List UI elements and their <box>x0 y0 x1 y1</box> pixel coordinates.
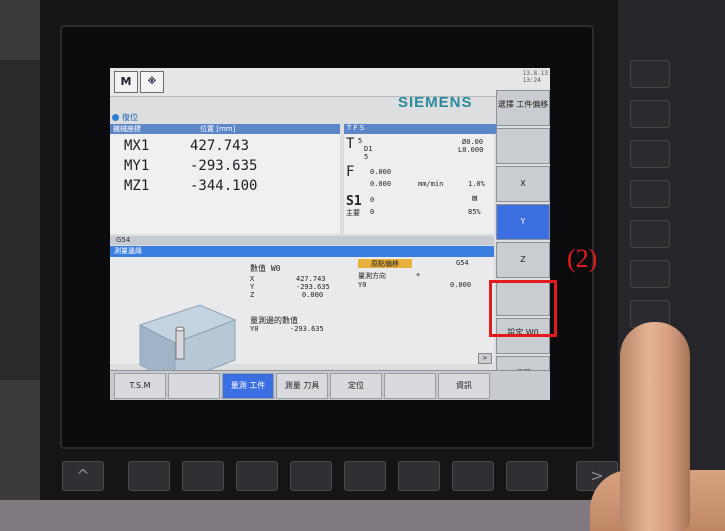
wcs-strip: G54 <box>110 236 494 245</box>
hardware-key[interactable] <box>630 220 670 248</box>
axis-z-button[interactable]: Z <box>496 242 550 278</box>
result-value: -293.635 <box>290 325 324 333</box>
axis-x-button[interactable]: X <box>496 166 550 202</box>
spindle-main-label: 主要 <box>346 209 360 217</box>
meas-axis: Z <box>250 291 255 299</box>
select-work-offset-button[interactable]: 選擇 工件偏移 <box>496 90 550 126</box>
spindle-main-value: 0 <box>370 208 375 216</box>
top-bar: M ※ 13.8.13 13:24 <box>110 68 550 97</box>
tool-diameter: Ø0.00 <box>462 138 484 146</box>
program-icon[interactable]: ※ <box>140 71 164 93</box>
tool-length: L0.000 <box>458 146 484 154</box>
feed-label: F <box>346 164 355 180</box>
annotation-highlight-box <box>489 280 557 337</box>
y0-value[interactable]: 0.000 <box>450 281 471 289</box>
meas-axis: Y <box>250 283 255 291</box>
meas-value: 0.000 <box>302 291 324 299</box>
direction-sign[interactable]: + <box>416 271 420 279</box>
axis-name: MX1 <box>124 138 150 154</box>
hardware-key[interactable] <box>182 461 224 491</box>
axis-value: -293.635 <box>190 158 258 174</box>
tool-label: T <box>346 136 355 152</box>
axis-row: MY1 -293.635 <box>124 158 257 174</box>
softkey-label: 選擇 工件偏移 <box>497 100 549 109</box>
axis-value: 427.743 <box>190 138 250 154</box>
measure-title-bar: 測量邊緣 <box>110 246 494 257</box>
info-button[interactable]: 資訊 <box>438 373 490 399</box>
position-header: 機械座標 位置 [mm] <box>110 124 340 134</box>
tool-d-value: D1 <box>364 145 373 153</box>
brand-logo: SIEMENS <box>398 94 473 111</box>
softkey-blank[interactable] <box>168 373 220 399</box>
hardware-key[interactable] <box>630 260 670 288</box>
spindle-stop-icon: ⊠ <box>472 194 478 204</box>
axis-y-button[interactable]: Y <box>496 204 550 240</box>
y0-label: Y0 <box>358 281 367 289</box>
direction-label: 量測方向 <box>358 272 386 280</box>
wcs-label: G54 <box>116 236 131 244</box>
mode-status: 復位 <box>112 112 138 123</box>
meas-value: -293.635 <box>296 283 330 291</box>
position-panel: 機械座標 位置 [mm] MX1 427.743 MY1 -293.635 MZ… <box>110 124 340 234</box>
measure-area: 數值 W0 X 427.743 Y -293.635 Z 0.000 原點偏移 … <box>110 257 494 384</box>
clock-time: 13:24 <box>522 77 541 84</box>
coord-type-label: 機械座標 <box>113 125 141 133</box>
offset-mode-badge[interactable]: 原點偏移 <box>358 259 412 268</box>
tool-next: 5 <box>364 153 369 161</box>
meas-axis: X <box>250 275 255 283</box>
feed-percent: 1.0% <box>468 180 485 188</box>
hardware-key[interactable] <box>630 100 670 128</box>
next-page-icon[interactable]: > <box>478 353 492 364</box>
tsm-button[interactable]: T.S.M <box>114 373 166 399</box>
axis-row: MZ1 -344.100 <box>124 178 257 194</box>
hardware-key[interactable] <box>630 60 670 88</box>
tfs-header: T F S <box>344 124 497 134</box>
hardware-key[interactable] <box>344 461 386 491</box>
measure-title: 測量邊緣 <box>114 247 142 255</box>
hardware-key[interactable] <box>506 461 548 491</box>
measure-workpiece-button[interactable]: 量測 工件 <box>222 373 274 399</box>
annotation-label: (2) <box>567 244 598 273</box>
tool-number: 5 <box>358 137 363 145</box>
tfs-panel: T F S T 5 D1 5 Ø0.00 L0.000 F 0.000 0.00… <box>344 124 497 234</box>
hardware-key[interactable] <box>630 140 670 168</box>
mode-label: 復位 <box>122 113 138 122</box>
feed-unit: mm/min <box>418 180 444 188</box>
axis-name: MZ1 <box>124 178 150 194</box>
feed-value: 0.000 <box>370 168 392 176</box>
softkey-blank[interactable] <box>496 128 550 164</box>
position-unit-label: 位置 [mm] <box>200 125 236 133</box>
cnc-screen: M ※ 13.8.13 13:24 SIEMENS 復位 機械座標 位置 [mm… <box>110 68 550 400</box>
meas-value: 427.743 <box>296 275 326 283</box>
axis-row: MX1 427.743 <box>124 138 249 154</box>
clock: 13.8.13 13:24 <box>523 70 548 84</box>
feed-value-2: 0.000 <box>370 180 392 188</box>
hardware-key[interactable] <box>398 461 440 491</box>
zero-value-label: 數值 W0 <box>250 264 281 273</box>
clock-date: 13.8.13 <box>522 70 548 77</box>
vertical-softkeys: 選擇 工件偏移 X Y Z 設定 W0 返回 <box>496 90 550 400</box>
position-button[interactable]: 定位 <box>330 373 382 399</box>
offset-name: G54 <box>456 259 469 267</box>
hardware-key[interactable] <box>630 180 670 208</box>
left-panel <box>0 60 40 380</box>
softkey-blank[interactable] <box>384 373 436 399</box>
result-axis: Y0 <box>250 325 259 333</box>
up-arrow-key[interactable]: ^ <box>62 461 104 491</box>
hardware-key[interactable] <box>452 461 494 491</box>
hardware-key[interactable] <box>128 461 170 491</box>
axis-value: -344.100 <box>190 178 258 194</box>
hardware-key[interactable] <box>290 461 332 491</box>
machine-icon[interactable]: M <box>114 71 138 93</box>
reset-icon <box>112 114 119 121</box>
measure-tool-button[interactable]: 測量 刀具 <box>276 373 328 399</box>
spindle-value: 0 <box>370 196 375 204</box>
bottom-key-strip: ^ > <box>60 455 620 500</box>
pointing-finger <box>620 322 690 531</box>
hardware-key[interactable] <box>236 461 278 491</box>
axis-name: MY1 <box>124 158 150 174</box>
spindle-label: S1 <box>346 194 362 209</box>
spindle-percent: 85% <box>468 208 481 216</box>
horizontal-softkeys: T.S.M 量測 工件 測量 刀具 定位 資訊 <box>110 370 550 400</box>
